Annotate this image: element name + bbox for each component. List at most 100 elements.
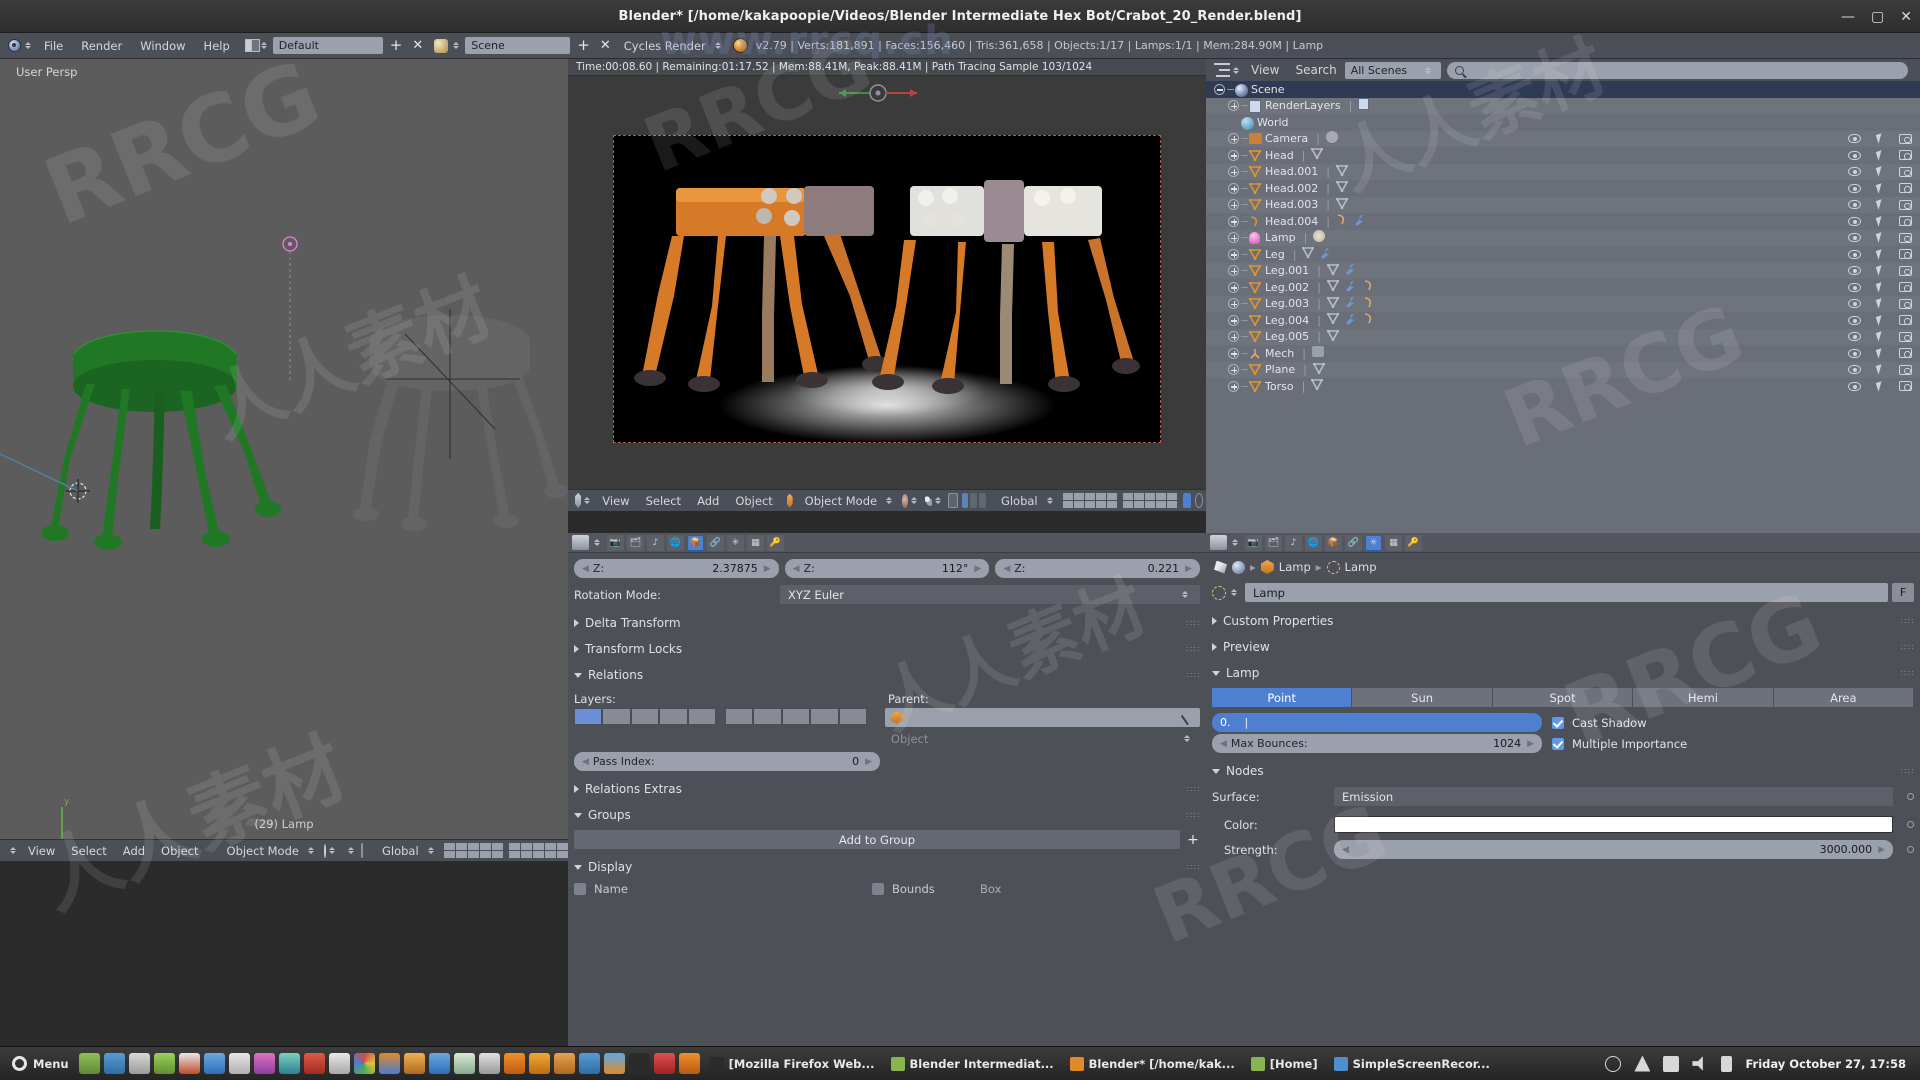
outliner-row-scene[interactable]: Scene xyxy=(1206,81,1920,98)
editor-type-spinner-icon[interactable] xyxy=(10,847,16,854)
section-nodes[interactable]: Nodes :::: xyxy=(1206,761,1920,781)
tab-render-icon[interactable]: 📷 xyxy=(1245,535,1262,551)
outliner-datablock-modifier-icon[interactable] xyxy=(1339,263,1357,278)
render-transform-orientation[interactable]: Global xyxy=(993,492,1046,510)
launcher-p-icon[interactable] xyxy=(529,1053,550,1074)
launcher-krita-icon[interactable] xyxy=(304,1053,325,1074)
outliner-datablock-curvedata-icon[interactable] xyxy=(1357,297,1375,311)
cursor-arrow-icon[interactable] xyxy=(1876,299,1884,309)
eyedropper-icon[interactable] xyxy=(1181,710,1196,725)
color-socket-icon[interactable] xyxy=(1907,821,1914,828)
pivot-spinner-icon[interactable] xyxy=(935,497,941,504)
outliner-datablock-meshdata-icon[interactable] xyxy=(1321,280,1339,294)
tab-object-icon[interactable]: 📦 xyxy=(1325,535,1342,551)
render-menu-add[interactable]: Add xyxy=(689,492,727,510)
camera-icon[interactable] xyxy=(1899,200,1912,210)
properties-editor-spinner-icon[interactable] xyxy=(594,539,600,546)
outliner-row-head-002[interactable]: Head.002| xyxy=(1206,180,1920,197)
screen-layout-icon[interactable] xyxy=(245,39,260,52)
render-menu-select[interactable]: Select xyxy=(638,492,689,510)
cursor-arrow-icon[interactable] xyxy=(1876,150,1884,160)
launcher-settings-icon[interactable] xyxy=(129,1053,150,1074)
lamp-name-field[interactable]: Lamp xyxy=(1245,583,1888,602)
camera-icon[interactable] xyxy=(1899,150,1912,160)
left-3d-viewport[interactable]: User Persp (29) Lamp xyxy=(0,59,568,839)
launcher-frame-icon[interactable] xyxy=(554,1053,575,1074)
section-relations-extras[interactable]: Relations Extras :::: xyxy=(568,779,1206,799)
outliner-row-torso[interactable]: Torso| xyxy=(1206,378,1920,395)
taskbar-task--mozilla-firefox-web-[interactable]: [Mozilla Firefox Web... xyxy=(702,1052,883,1076)
eye-icon[interactable] xyxy=(1848,266,1861,275)
cursor-arrow-icon[interactable] xyxy=(1876,233,1884,243)
expand-toggle-icon[interactable] xyxy=(1228,100,1239,111)
editor-type-icon[interactable] xyxy=(572,535,589,550)
lamp-type-sun[interactable]: Sun xyxy=(1352,688,1492,707)
render-image-canvas[interactable] xyxy=(613,135,1161,443)
scene-spinner-icon[interactable] xyxy=(453,42,459,49)
camera-icon[interactable] xyxy=(1899,233,1912,243)
tray-clock-icon[interactable] xyxy=(1605,1056,1621,1072)
outliner-datablock-modifier-icon[interactable] xyxy=(1348,214,1366,229)
eye-icon[interactable] xyxy=(1848,184,1861,193)
outliner-datablock-modifier-icon[interactable] xyxy=(1339,280,1357,295)
viewport-menu-add[interactable]: Add xyxy=(115,842,153,860)
lamp-type-point[interactable]: Point xyxy=(1212,688,1352,707)
shading-spinner-icon[interactable] xyxy=(329,847,335,854)
outliner-search-input[interactable] xyxy=(1447,62,1908,79)
taskbar-task--home-[interactable]: [Home] xyxy=(1243,1052,1326,1076)
viewport-menu-object[interactable]: Object xyxy=(153,842,206,860)
outliner-datablock-modifier-icon[interactable] xyxy=(1314,247,1332,262)
outliner-tree[interactable]: SceneRenderLayers|WorldCamera|Head|Head.… xyxy=(1206,81,1920,533)
pivot-point-icon[interactable] xyxy=(925,494,932,507)
section-display[interactable]: Display :::: xyxy=(568,857,1206,877)
launcher-color-icon[interactable] xyxy=(354,1053,375,1074)
transform-orientation-selector[interactable]: Global xyxy=(374,842,427,860)
manipulator-toggle[interactable] xyxy=(948,493,958,508)
location-z-field[interactable]: ◀ Z: 2.37875 ▶ xyxy=(574,559,779,578)
outliner-datablock-curvedata-icon[interactable] xyxy=(1330,214,1348,228)
outliner-row-leg-001[interactable]: Leg.001| xyxy=(1206,263,1920,280)
fake-user-button[interactable]: F xyxy=(1892,583,1914,602)
outliner-datablock-meshdata-icon[interactable] xyxy=(1330,165,1348,179)
launcher-green-icon[interactable] xyxy=(454,1053,475,1074)
lamp-size-field[interactable]: 0. | xyxy=(1212,713,1542,732)
expand-toggle-icon[interactable] xyxy=(1228,298,1239,309)
menu-help[interactable]: Help xyxy=(195,37,239,55)
launcher-last-icon[interactable] xyxy=(679,1053,700,1074)
launcher-files-icon[interactable] xyxy=(154,1053,175,1074)
cursor-arrow-icon[interactable] xyxy=(1876,315,1884,325)
cast-shadow-row[interactable]: Cast Shadow xyxy=(1552,713,1914,732)
outliner-row-head-004[interactable]: Head.004| xyxy=(1206,213,1920,230)
object-layers-widget[interactable] xyxy=(574,708,867,725)
eye-icon[interactable] xyxy=(1848,382,1861,391)
tray-network-icon[interactable] xyxy=(1663,1056,1679,1072)
eye-icon[interactable] xyxy=(1848,200,1861,209)
cursor-arrow-icon[interactable] xyxy=(1876,365,1884,375)
cursor-arrow-icon[interactable] xyxy=(1876,282,1884,292)
properties-editor-spinner-icon[interactable] xyxy=(1232,539,1238,546)
editor-type-icon[interactable] xyxy=(575,493,581,508)
outliner-datablock-meshdata-icon[interactable] xyxy=(1307,363,1325,377)
outliner-row-mech[interactable]: Mech| xyxy=(1206,345,1920,362)
camera-icon[interactable] xyxy=(1899,315,1912,325)
tab-texture-icon[interactable]: ▦ xyxy=(1385,535,1402,551)
launcher-lock-icon[interactable] xyxy=(404,1053,425,1074)
launcher-blender-icon[interactable] xyxy=(604,1053,625,1074)
outliner-datablock-group-icon[interactable] xyxy=(1306,346,1324,360)
editor-type-icon[interactable] xyxy=(1210,535,1227,550)
camera-icon[interactable] xyxy=(1899,134,1912,144)
outliner-row-renderlayers[interactable]: RenderLayers| xyxy=(1206,98,1920,115)
section-preview[interactable]: Preview :::: xyxy=(1206,637,1920,657)
launcher-notes-icon[interactable] xyxy=(229,1053,250,1074)
screen-layout-spinner-icon[interactable] xyxy=(261,42,267,49)
lamp-type-area[interactable]: Area xyxy=(1774,688,1914,707)
eye-icon[interactable] xyxy=(1848,217,1861,226)
camera-icon[interactable] xyxy=(1899,216,1912,226)
menu-render[interactable]: Render xyxy=(72,37,131,55)
cursor-arrow-icon[interactable] xyxy=(1876,183,1884,193)
eye-icon[interactable] xyxy=(1848,233,1861,242)
cursor-arrow-icon[interactable] xyxy=(1876,266,1884,276)
lamp-browse-spinner-icon[interactable] xyxy=(1231,589,1237,596)
expand-toggle-icon[interactable] xyxy=(1228,183,1239,194)
outliner-row-leg-004[interactable]: Leg.004| xyxy=(1206,312,1920,329)
